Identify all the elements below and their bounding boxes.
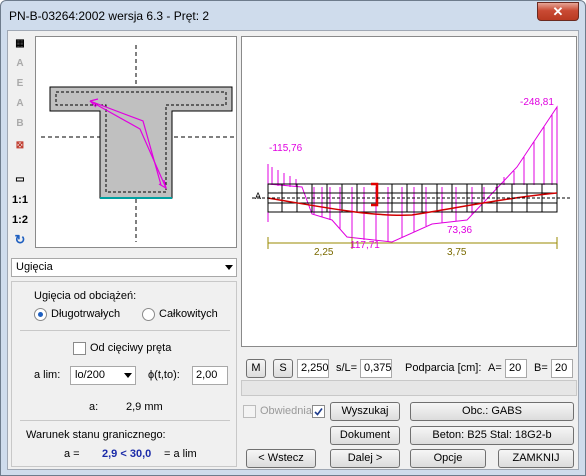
ruler-icon[interactable]: ▦ <box>10 35 30 53</box>
back-button[interactable]: < Wstecz <box>246 449 316 468</box>
title-bar[interactable]: PN-B-03264:2002 wersja 6.3 - Pręt: 2 ✕ <box>1 1 585 31</box>
rebar-a2-icon[interactable]: A <box>10 95 30 113</box>
delete-icon[interactable]: ⊠ <box>10 137 30 155</box>
alim-label: a lim: <box>34 369 61 381</box>
phi-input[interactable]: 2,00 <box>192 366 228 385</box>
mode-select[interactable]: Ugięcia <box>11 258 237 277</box>
dialog-client: ▦ A E A B ⊠ ▭ 1:1 1:2 ↻ -115,76 -248,81 … <box>7 30 579 470</box>
close-button[interactable]: ZAMKNIJ <box>498 449 574 468</box>
scale-1-1-icon[interactable]: 1:1 <box>10 191 30 209</box>
radio-long-term[interactable] <box>34 308 47 321</box>
scale-icon[interactable]: ▭ <box>10 171 30 189</box>
support-a-label: A <box>255 191 262 201</box>
phi-label: ϕ(t,to): <box>148 369 180 381</box>
envelope-checkbox[interactable] <box>243 405 256 418</box>
rebar-b-icon[interactable]: B <box>10 115 30 133</box>
limit-expression: 2,9 < 30,0 <box>102 448 152 460</box>
radio-total[interactable] <box>142 308 155 321</box>
limit-state-title: Warunek stanu granicznego: <box>26 429 166 441</box>
options-group: Ugięcia od obciążeń: Długotrwałych Całko… <box>11 281 237 467</box>
rotate-icon[interactable]: ↻ <box>10 231 30 249</box>
material-button[interactable]: Beton: B25 Stal: 18G2-b <box>410 426 574 445</box>
a-label: a: <box>89 401 99 413</box>
find-checkbox[interactable] <box>312 405 325 418</box>
radio-long-term-label: Długotrwałych <box>51 308 121 320</box>
hatching <box>271 115 553 242</box>
cross-section-panel <box>35 36 237 248</box>
mode-select-value: Ugięcia <box>16 261 53 273</box>
scale-1-2-icon[interactable]: 1:2 <box>10 211 30 229</box>
span-right-label: 3,75 <box>447 247 467 258</box>
limit-a-label: a = <box>64 448 80 460</box>
document-button[interactable]: Dokument <box>330 426 400 445</box>
window-title: PN-B-03264:2002 wersja 6.3 - Pręt: 2 <box>9 9 210 23</box>
support-b-eq: B= <box>534 362 548 374</box>
horizontal-scrollbar[interactable] <box>241 380 577 396</box>
s-l-input[interactable]: 0,375 <box>360 359 392 378</box>
deflection-diagram-panel: -115,76 -248,81 117,71 73,36 A 2,25 3,75 <box>241 36 577 347</box>
deflection-group-label: Ugięcia od obciążeń: <box>34 290 137 302</box>
support-b-input[interactable]: 20 <box>551 359 573 378</box>
chevron-down-icon <box>124 373 132 378</box>
find-button[interactable]: Wyszukaj <box>330 402 400 421</box>
supports-label: Podparcia [cm]: <box>405 362 482 374</box>
moment-right-value: -248,81 <box>520 97 554 108</box>
a-value: 2,9 mm <box>126 401 163 413</box>
rebar-e-icon[interactable]: E <box>10 75 30 93</box>
radio-total-label: Całkowitych <box>159 308 218 320</box>
chord-checkbox[interactable] <box>73 342 86 355</box>
envelope-label: Obwiednia <box>260 405 312 417</box>
chord-checkbox-label: Od cięciwy pręta <box>90 342 172 354</box>
loads-button[interactable]: Obc.: GABS <box>410 402 574 421</box>
rebar-a-icon[interactable]: A <box>10 55 30 73</box>
deflection-diagram <box>252 105 572 249</box>
moment-mid-value: 117,71 <box>350 240 380 251</box>
alim-select[interactable]: lo/200 <box>70 366 136 385</box>
close-window-button[interactable]: ✕ <box>537 2 579 21</box>
options-button[interactable]: Opcje <box>410 449 486 468</box>
moment-button[interactable]: M <box>246 359 266 378</box>
chevron-down-icon <box>225 265 233 270</box>
shear-button[interactable]: S <box>273 359 293 378</box>
support-a-input[interactable]: 20 <box>505 359 527 378</box>
span-left-label: 2,25 <box>314 247 334 258</box>
next-button[interactable]: Dalej > <box>330 449 400 468</box>
moment-right-bottom-value: 73,36 <box>447 225 473 236</box>
support-a-eq: A= <box>488 362 502 374</box>
dialog-window: PN-B-03264:2002 wersja 6.3 - Pręt: 2 ✕ ▦… <box>0 0 586 476</box>
s-input[interactable]: 2,250 <box>297 359 329 378</box>
limit-alim-label: = a lim <box>164 448 197 460</box>
check-icon <box>314 408 323 416</box>
alim-select-value: lo/200 <box>75 369 105 381</box>
s-l-label: s/L= <box>336 362 358 374</box>
cross-section-drawing <box>41 45 234 242</box>
moment-left-value: -115,76 <box>269 143 303 154</box>
